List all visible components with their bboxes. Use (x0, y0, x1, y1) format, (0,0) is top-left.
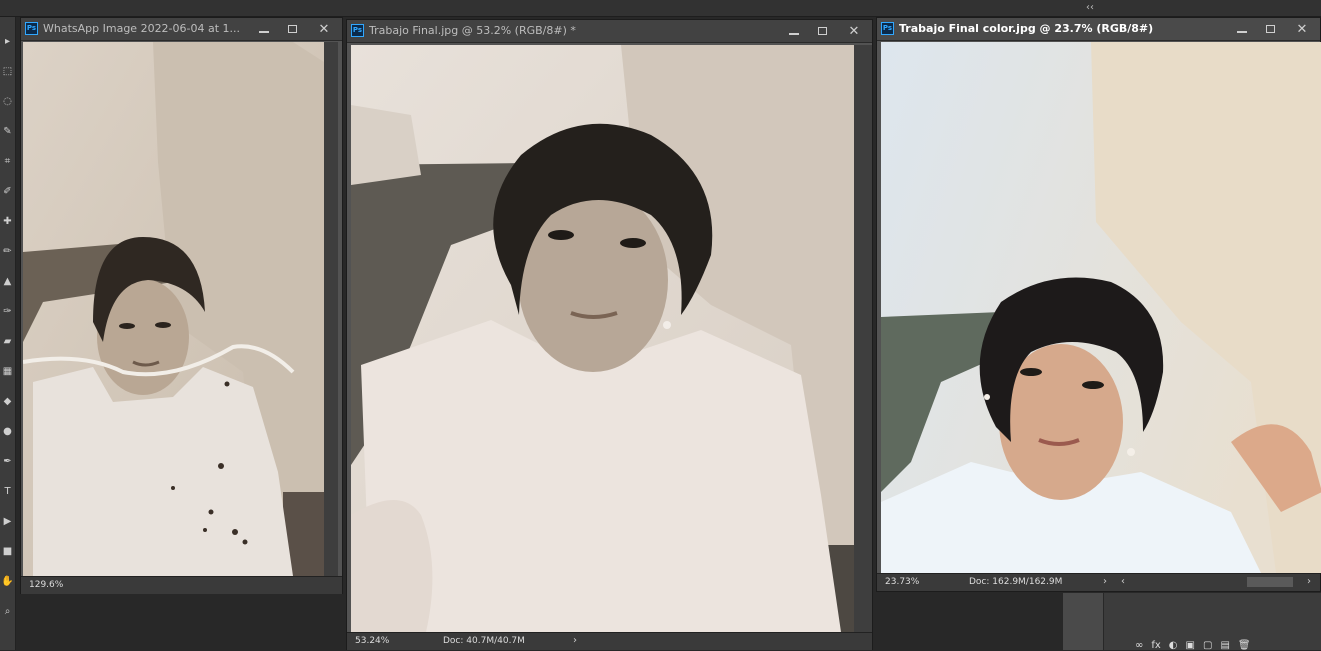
close-button[interactable]: ✕ (836, 20, 872, 42)
photoshop-doc-icon: Ps (25, 22, 38, 35)
document-canvas[interactable] (881, 42, 1321, 573)
layers-footer-icon-2[interactable]: ◐ (1169, 640, 1178, 651)
layers-footer-icon-3[interactable]: ▣ (1186, 640, 1195, 651)
document-window-original[interactable]: Ps WhatsApp Image 2022-06-04 at 1... ✕ 1… (20, 17, 343, 594)
restore-button[interactable] (1256, 18, 1284, 40)
minimize-icon (1237, 31, 1247, 33)
restore-icon (817, 27, 827, 35)
photoshop-doc-icon: Ps (351, 24, 364, 37)
document-status-bar: 129.6% (21, 576, 342, 594)
gradient-tool-icon[interactable]: ▦ (0, 363, 15, 381)
path-select-tool-icon[interactable]: ▶ (0, 513, 15, 531)
restore-button[interactable] (808, 20, 836, 42)
hand-tool-icon[interactable]: ✋ (0, 573, 15, 591)
status-menu-arrow-icon[interactable]: › (1103, 576, 1107, 587)
move-tool-icon[interactable]: ▸ (0, 33, 15, 51)
crop-tool-icon[interactable]: ⌗ (0, 153, 15, 171)
document-titlebar[interactable]: Ps WhatsApp Image 2022-06-04 at 1... ✕ (21, 18, 342, 41)
minimize-icon (259, 31, 269, 33)
close-icon: ✕ (848, 23, 860, 39)
document-canvas[interactable] (23, 42, 324, 576)
dodge-tool-icon[interactable]: ● (0, 423, 15, 441)
photo-restored-grayscale (351, 45, 854, 632)
restore-button[interactable] (278, 18, 306, 40)
document-status-bar: 53.24% Doc: 40.7M/40.7M › (347, 632, 872, 650)
document-status-bar: 23.73% Doc: 162.9M/162.9M › ‹ › (877, 573, 1320, 591)
close-icon: ✕ (1296, 21, 1308, 37)
document-window-restored[interactable]: Ps Trabajo Final.jpg @ 53.2% (RGB/8#) * … (346, 19, 873, 650)
document-titlebar[interactable]: Ps Trabajo Final color.jpg @ 23.7% (RGB/… (877, 18, 1320, 41)
document-title: Trabajo Final color.jpg @ 23.7% (RGB/8#) (899, 22, 1154, 35)
layers-footer-icon-6[interactable]: 🗑 (1238, 640, 1251, 651)
layers-footer-icon-0[interactable]: ∞ (1135, 640, 1143, 651)
status-menu-arrow-icon[interactable]: › (573, 635, 577, 646)
vertical-scrollbar[interactable] (324, 42, 338, 576)
eyedropper-tool-icon[interactable]: ✐ (0, 183, 15, 201)
history-brush-tool-icon[interactable]: ✑ (0, 303, 15, 321)
layers-panel-footer: ∞ fx ◐ ▣ ▢ ▤ 🗑 (1135, 640, 1251, 651)
collapse-panels-icon[interactable]: ‹‹ (1086, 2, 1094, 13)
layers-footer-icon-1[interactable]: fx (1151, 640, 1160, 651)
close-icon: ✕ (318, 21, 330, 37)
restore-icon (1265, 25, 1275, 33)
minimize-icon (789, 33, 799, 35)
zoom-level[interactable]: 53.24% (355, 636, 389, 646)
minimize-button[interactable] (780, 20, 808, 42)
zoom-level[interactable]: 129.6% (29, 580, 63, 590)
layers-footer-icon-5[interactable]: ▤ (1220, 640, 1229, 651)
document-window-colorized[interactable]: Ps Trabajo Final color.jpg @ 23.7% (RGB/… (876, 17, 1321, 592)
document-size-info: Doc: 40.7M/40.7M (443, 636, 525, 646)
vertical-scrollbar[interactable] (854, 45, 872, 632)
lasso-tool-icon[interactable]: ◌ (0, 93, 15, 111)
application-top-bar: ‹‹ (0, 0, 1321, 17)
clone-stamp-tool-icon[interactable]: ▲ (0, 273, 15, 291)
marquee-tool-icon[interactable]: ⬚ (0, 63, 15, 81)
blur-tool-icon[interactable]: ◆ (0, 393, 15, 411)
quick-select-tool-icon[interactable]: ✎ (0, 123, 15, 141)
zoom-level[interactable]: 23.73% (885, 577, 919, 587)
document-titlebar[interactable]: Ps Trabajo Final.jpg @ 53.2% (RGB/8#) * … (347, 20, 872, 43)
document-title: WhatsApp Image 2022-06-04 at 1... (43, 22, 241, 35)
tools-panel: ▸ ⬚ ◌ ✎ ⌗ ✐ ✚ ✏ ▲ ✑ ▰ ▦ ◆ ● ✒ T ▶ ■ ✋ ⌕ (0, 17, 16, 650)
photoshop-doc-icon: Ps (881, 22, 894, 35)
shape-tool-icon[interactable]: ■ (0, 543, 15, 561)
horizontal-scroll-thumb[interactable] (1247, 577, 1293, 587)
layers-footer-icon-4[interactable]: ▢ (1203, 640, 1212, 651)
eraser-tool-icon[interactable]: ▰ (0, 333, 15, 351)
close-button[interactable]: ✕ (306, 18, 342, 40)
close-button[interactable]: ✕ (1284, 18, 1320, 40)
document-title: Trabajo Final.jpg @ 53.2% (RGB/8#) * (369, 24, 576, 37)
photo-colorized (881, 42, 1321, 573)
layers-panel (1063, 593, 1103, 650)
minimize-button[interactable] (1228, 18, 1256, 40)
scroll-right-icon[interactable]: › (1307, 576, 1311, 587)
pen-tool-icon[interactable]: ✒ (0, 453, 15, 471)
type-tool-icon[interactable]: T (0, 483, 15, 501)
minimize-button[interactable] (250, 18, 278, 40)
brush-tool-icon[interactable]: ✏ (0, 243, 15, 261)
healing-brush-tool-icon[interactable]: ✚ (0, 213, 15, 231)
photo-original-sepia (23, 42, 324, 576)
document-canvas[interactable] (351, 45, 854, 632)
zoom-tool-icon[interactable]: ⌕ (0, 603, 15, 621)
restore-icon (287, 25, 297, 33)
document-size-info: Doc: 162.9M/162.9M (969, 577, 1063, 587)
scroll-left-icon[interactable]: ‹ (1121, 576, 1125, 587)
